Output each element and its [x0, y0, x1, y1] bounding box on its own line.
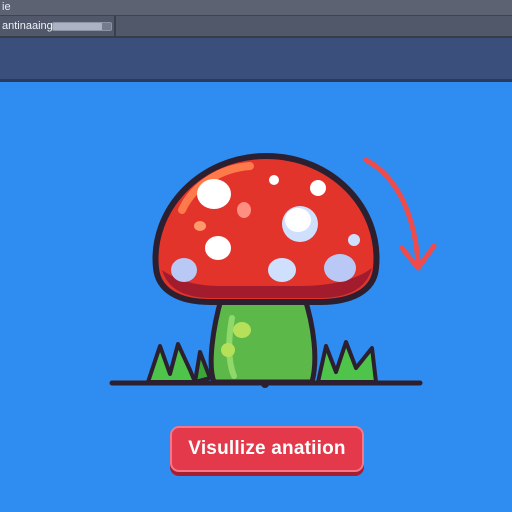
- toolbar-divider: [114, 16, 116, 36]
- mushroom-illustration: [109, 153, 437, 388]
- progress-fill: [53, 23, 103, 30]
- status-label: antinaaing: [2, 20, 53, 32]
- header-band: [0, 38, 512, 82]
- toolbar: antinaaing: [0, 16, 512, 38]
- window-title: ie: [2, 1, 11, 13]
- visualize-button[interactable]: Visullize anatiion: [170, 426, 364, 472]
- title-bar: ie: [0, 0, 512, 16]
- mushroom-stem: [208, 293, 318, 385]
- progress-bar: [52, 22, 112, 31]
